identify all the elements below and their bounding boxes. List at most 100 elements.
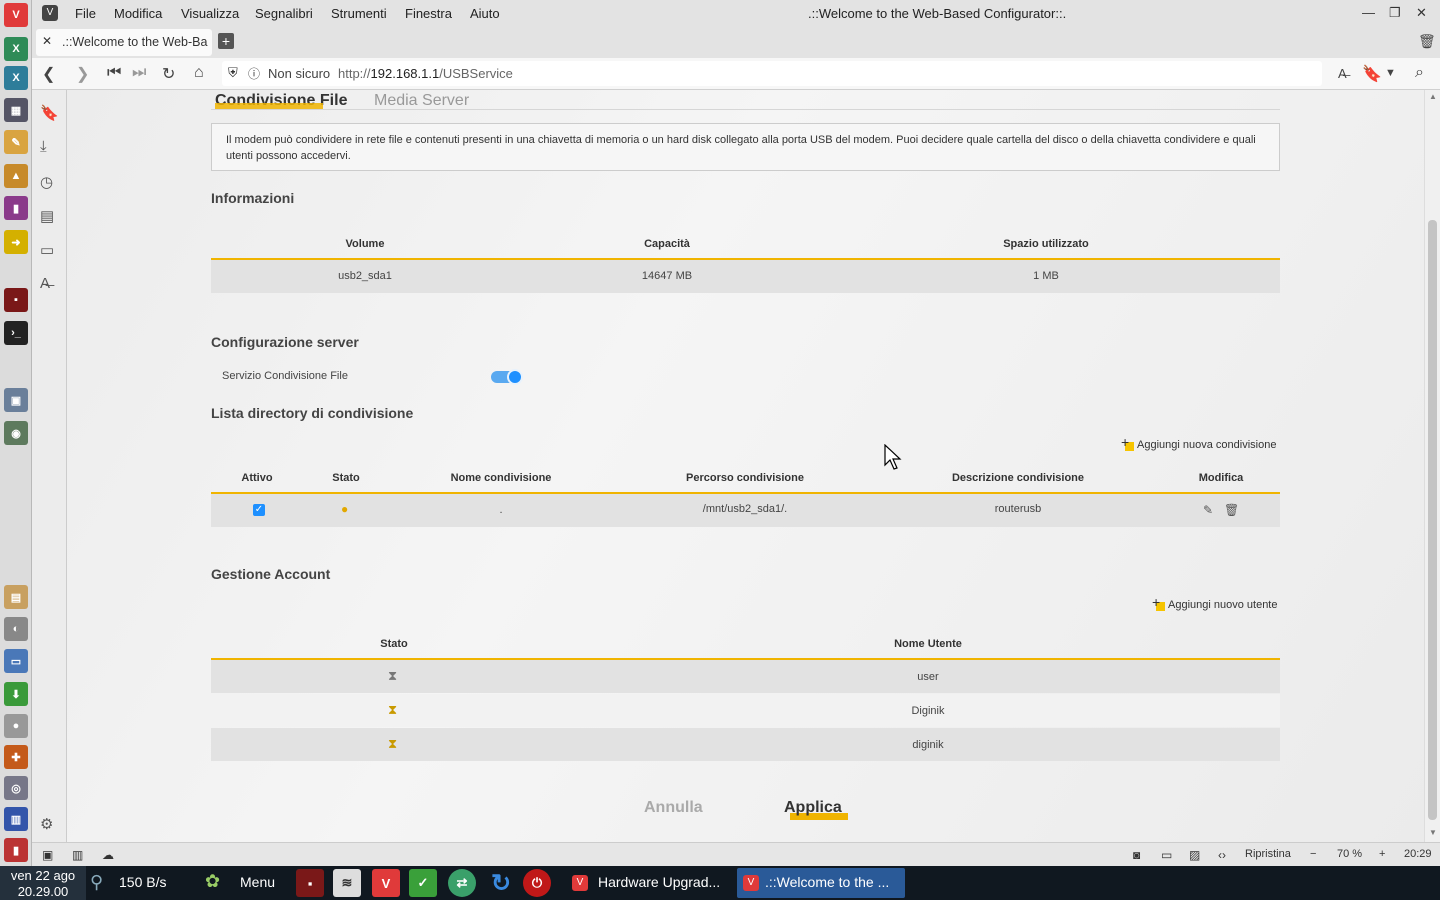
delete-icon[interactable]: 🗑 bbox=[1224, 503, 1239, 517]
panel-toggle-icon[interactable]: ▣ bbox=[42, 848, 53, 862]
service-toggle[interactable] bbox=[491, 369, 523, 385]
back-icon[interactable]: ❮ bbox=[42, 64, 55, 84]
vivaldi-logo-icon[interactable]: V bbox=[42, 5, 58, 21]
scroll-down-icon[interactable]: ▼ bbox=[1429, 828, 1437, 837]
tab-media-server[interactable]: Media Server bbox=[374, 92, 469, 110]
menu-segnalibri[interactable]: Segnalibri bbox=[255, 6, 313, 21]
arrow-app-icon[interactable]: ➜ bbox=[4, 230, 28, 254]
code-icon[interactable]: ‹› bbox=[1218, 848, 1226, 862]
menu-finestra[interactable]: Finestra bbox=[405, 6, 452, 21]
active-checkbox[interactable]: ✓ bbox=[253, 504, 265, 516]
apply-button[interactable]: Applica bbox=[784, 799, 848, 820]
rewind-icon[interactable]: ⏮ bbox=[107, 64, 121, 82]
files-icon[interactable]: ▤ bbox=[4, 585, 28, 609]
col-stato: Stato bbox=[332, 472, 360, 484]
url-field[interactable]: ⛨ ⓘ Non sicuro http://192.168.1.1/USBSer… bbox=[222, 61, 1322, 86]
scroll-thumb[interactable] bbox=[1428, 220, 1437, 820]
tab-configurator[interactable]: ✕ .::Welcome to the Web-Ba bbox=[36, 29, 212, 56]
reload-icon[interactable]: ↻ bbox=[162, 64, 175, 84]
task-window-hardware[interactable]: V Hardware Upgrad... bbox=[566, 868, 731, 898]
page-scrollbar[interactable]: ▲ ▼ bbox=[1424, 90, 1440, 842]
speaker-icon[interactable]: ◐ bbox=[4, 617, 28, 641]
vivaldi-dock-icon[interactable]: V bbox=[4, 3, 28, 27]
task-window-configurator[interactable]: V .::Welcome to the ... bbox=[737, 868, 905, 898]
add-share-link[interactable]: Aggiungi nuova condivisione bbox=[1121, 434, 1276, 451]
user-row: ⧗ diginik bbox=[211, 728, 1280, 761]
disk-icon[interactable]: ◉ bbox=[4, 421, 28, 445]
history-panel-icon[interactable]: ◷ bbox=[40, 173, 53, 191]
security-label[interactable]: Non sicuro bbox=[268, 66, 330, 81]
search-app-icon[interactable]: ◎ bbox=[4, 776, 28, 800]
menu-modifica[interactable]: Modifica bbox=[114, 6, 162, 21]
terminal-red-icon[interactable]: ▪ bbox=[4, 288, 28, 312]
mail-launcher-icon[interactable]: ✓ bbox=[409, 869, 437, 897]
calculator-icon[interactable]: ▦ bbox=[4, 98, 28, 122]
trash-icon[interactable]: 🗑 bbox=[1418, 33, 1436, 50]
menu-button[interactable]: Menu bbox=[240, 874, 275, 890]
bookmarks-panel-icon[interactable]: 🔖 bbox=[40, 104, 59, 122]
spreadsheet2-icon[interactable]: X bbox=[4, 66, 28, 90]
minimize-icon[interactable]: — bbox=[1362, 5, 1375, 20]
window-icon[interactable]: ▭ bbox=[1161, 848, 1172, 862]
translate-panel-icon[interactable]: A̶ bbox=[40, 275, 50, 292]
window-panel-icon[interactable]: ▭ bbox=[40, 241, 54, 259]
zoom-out-icon[interactable]: − bbox=[1310, 848, 1316, 860]
power-launcher-icon[interactable]: ⏻ bbox=[523, 869, 551, 897]
translate-icon[interactable]: A̶ bbox=[1338, 66, 1347, 81]
image-toggle-icon[interactable]: ▨ bbox=[1189, 848, 1200, 862]
puzzle-icon[interactable]: ✚ bbox=[4, 745, 28, 769]
chart-app-icon[interactable]: ▮ bbox=[4, 196, 28, 220]
fastforward-icon[interactable]: ⏭ bbox=[132, 64, 146, 82]
files-launcher-icon[interactable]: ≋ bbox=[333, 869, 361, 897]
spreadsheet-icon[interactable]: X bbox=[4, 37, 28, 61]
user-name: Diginik bbox=[911, 705, 945, 717]
refresh-launcher-icon[interactable]: ↻ bbox=[487, 869, 515, 897]
dropdown-icon[interactable]: ▼ bbox=[1385, 67, 1396, 79]
new-tab-icon[interactable]: + bbox=[218, 33, 234, 49]
edit-icon[interactable]: ✎ bbox=[1203, 503, 1213, 517]
image-icon[interactable]: ▲ bbox=[4, 164, 28, 188]
editor-icon[interactable]: ✎ bbox=[4, 130, 28, 154]
zoom-in-icon[interactable]: + bbox=[1379, 848, 1385, 860]
colors-icon[interactable]: ▥ bbox=[4, 807, 28, 831]
close-window-icon[interactable]: ✕ bbox=[1416, 5, 1427, 21]
zoom-reset-button[interactable]: Ripristina bbox=[1245, 848, 1291, 860]
menu-visualizza[interactable]: Visualizza bbox=[181, 6, 239, 21]
col-volume: Volume bbox=[345, 238, 385, 250]
menu-strumenti[interactable]: Strumenti bbox=[331, 6, 387, 21]
close-tab-icon[interactable]: ✕ bbox=[42, 34, 52, 48]
app-dock: V X X ▦ ✎ ▲ ▮ ➜ ▪ ›_ ▣ ◉ ▤ ◐ ▭ ⬇ ● ✚ ◎ ▥… bbox=[0, 0, 32, 866]
menu-file[interactable]: File bbox=[75, 6, 96, 21]
home-icon[interactable]: ⌂ bbox=[194, 64, 204, 82]
search-icon[interactable]: ⌕ bbox=[1415, 64, 1424, 82]
datetime[interactable]: ven 22 ago 20.29.00 bbox=[0, 866, 86, 900]
maximize-icon[interactable]: ❐ bbox=[1389, 5, 1401, 21]
info-icon[interactable]: ⓘ bbox=[248, 65, 260, 82]
terminal-launcher-icon[interactable]: ▪ bbox=[296, 869, 324, 897]
camera-icon[interactable]: ◙ bbox=[1133, 848, 1140, 862]
cloud-icon[interactable]: ☁ bbox=[102, 848, 114, 862]
settings-icon[interactable]: ● bbox=[4, 714, 28, 738]
network-icon[interactable]: ▭ bbox=[4, 649, 28, 673]
menu-aiuto[interactable]: Aiuto bbox=[470, 6, 500, 21]
package-icon[interactable]: ▣ bbox=[4, 388, 28, 412]
vivaldi-launcher-icon[interactable]: V bbox=[372, 869, 400, 897]
terminal-icon[interactable]: ›_ bbox=[4, 321, 28, 345]
url-text[interactable]: http://192.168.1.1/USBService bbox=[338, 66, 513, 81]
download-icon[interactable]: ⬇ bbox=[4, 682, 28, 706]
pencils-icon[interactable]: ▮ bbox=[4, 838, 28, 862]
bookmark-icon[interactable]: 🔖 bbox=[1362, 64, 1382, 84]
network-monitor-icon[interactable]: ⚲ bbox=[90, 872, 103, 893]
notes-panel-icon[interactable]: ▤ bbox=[40, 207, 54, 225]
tiling-icon[interactable]: ▥ bbox=[72, 848, 83, 862]
scroll-up-icon[interactable]: ▲ bbox=[1429, 92, 1437, 101]
menu-icon[interactable]: ✿ bbox=[205, 871, 220, 892]
downloads-panel-icon[interactable]: ⤓ bbox=[40, 138, 47, 155]
sync-launcher-icon[interactable]: ⇄ bbox=[448, 869, 476, 897]
cancel-button[interactable]: Annulla bbox=[644, 799, 708, 821]
forward-icon[interactable]: ❯ bbox=[76, 64, 89, 84]
add-user-link[interactable]: Aggiungi nuovo utente bbox=[1152, 594, 1277, 611]
settings-gear-icon[interactable]: ⚙ bbox=[40, 815, 53, 833]
shield-icon[interactable]: ⛨ bbox=[228, 65, 238, 81]
zoom-level[interactable]: 70 % bbox=[1337, 848, 1362, 860]
